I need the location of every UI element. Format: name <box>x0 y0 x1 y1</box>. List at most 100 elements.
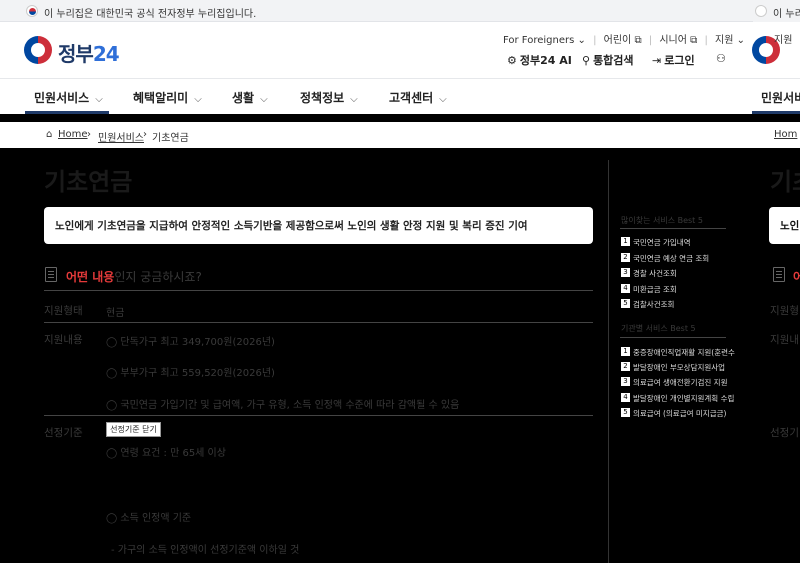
agency-service-item[interactable]: 2 발달장애인 부모상담지원사업 <box>621 362 725 372</box>
chevron-down-icon: ⌵ <box>260 94 268 105</box>
support-link[interactable]: 지원 ⌄ <box>715 35 745 46</box>
rank-number: 3 <box>621 268 630 277</box>
breadcrumb-current: 기초연금 <box>152 133 189 144</box>
user-menu-button[interactable]: ⚇ <box>716 52 729 65</box>
popular-service-item[interactable]: 2 국민연금 예상 연금 조회 <box>621 253 709 263</box>
site-header: 정부24 For Foreigners ⌄ | 어린이 ⧉ | 시니어 ⧉ | … <box>0 22 800 78</box>
criteria-label: 선정기 <box>770 427 799 439</box>
page: 이 누리집은 대한민국 공식 전자정부 누리집입니다. 정부24 For For… <box>0 0 800 563</box>
popular-service-item[interactable]: 1 국민연금 가입내역 <box>621 237 691 247</box>
nav-item-civil-service[interactable]: 민원서비스 ⌵ <box>34 89 103 106</box>
breadcrumb: Hom <box>750 122 800 148</box>
rank-number: 5 <box>621 299 630 308</box>
senior-link[interactable]: 시니어 ⧉ <box>659 35 697 46</box>
chevron-down-icon: ⌄ <box>577 35 586 46</box>
page-title: 기초연금 <box>44 168 133 196</box>
breadcrumb: ⌂ Home › 민원서비스 › 기초연금 <box>0 122 800 148</box>
nav-label: 혜택알리미 <box>133 91 189 105</box>
agency-service-item[interactable]: 1 중증장애인직업재활 지원(훈련수 <box>621 347 735 357</box>
support-form-label: 지원형 <box>770 305 799 317</box>
login-button[interactable]: ⇥ 로그인 <box>652 52 695 68</box>
gov-emblem-icon <box>24 36 52 64</box>
popular-service-item[interactable]: 3 경찰 사건조회 <box>621 268 677 278</box>
criteria-toggle-button[interactable]: 선정기준 닫기 <box>106 422 161 437</box>
user-icon: ⚇ <box>716 52 726 65</box>
search-icon: ⚲ <box>582 54 591 67</box>
section-title-rest: 인지 궁금하시죠? <box>114 270 202 284</box>
nav-item-life[interactable]: 생활 ⌵ <box>232 89 268 106</box>
main-nav: 민원서비 <box>750 78 800 114</box>
breadcrumb-home[interactable]: Hom <box>774 129 797 140</box>
agency-service-item[interactable]: 4 발달장애인 개인별지원계획 수립 <box>621 393 734 403</box>
rank-number: 1 <box>621 347 630 356</box>
agency-services-title: 기관별 서비스 Best 5 <box>621 324 696 333</box>
divider <box>44 290 593 291</box>
ai-label: 정부24 AI <box>519 54 572 67</box>
rank-number: 4 <box>621 284 630 293</box>
support-content-item: ◯ 단독가구 최고 349,700원(2026년) <box>106 337 275 348</box>
support-label: 지원 <box>715 35 734 46</box>
nav-item-benefits[interactable]: 혜택알리미 ⌵ <box>133 89 202 106</box>
nav-item-policy[interactable]: 정책정보 ⌵ <box>300 89 358 106</box>
nav-label: 생활 <box>232 91 255 105</box>
nav-item-civil-service[interactable]: 민원서비 <box>761 89 800 106</box>
nav-label: 정책정보 <box>300 91 345 105</box>
breadcrumb-home[interactable]: Home <box>58 129 88 140</box>
nav-label: 고객센터 <box>389 91 434 105</box>
search-label: 통합검색 <box>593 54 634 67</box>
service-name: 미환급금 조회 <box>633 285 677 294</box>
breadcrumb-section[interactable]: 민원서비스 <box>98 129 144 144</box>
chevron-down-icon: ⌵ <box>194 94 202 105</box>
for-foreigners-label: For Foreigners <box>503 35 575 46</box>
support-form-value: 현금 <box>106 308 125 319</box>
login-label: 로그인 <box>664 54 695 67</box>
section-title-highlight: 어떤 내용 <box>66 270 115 284</box>
children-link[interactable]: 어린이 ⧉ <box>604 35 642 46</box>
login-icon: ⇥ <box>652 54 662 67</box>
service-summary: 노인 <box>769 207 800 244</box>
chevron-down-icon: ⌵ <box>95 94 103 105</box>
divider <box>44 322 593 323</box>
support-content-label: 지원내용 <box>44 334 83 346</box>
search-button[interactable]: ⚲ 통합검색 <box>582 52 634 68</box>
service-name: 검찰사건조회 <box>633 300 675 309</box>
service-summary: 노인에게 기초연금을 지급하여 안정적인 소득기반을 제공함으로써 노인의 생활… <box>44 207 593 244</box>
senior-label: 시니어 <box>659 35 687 46</box>
for-foreigners-link[interactable]: For Foreigners ⌄ <box>503 35 586 46</box>
section-title: 어떤 내용인지 궁금하시죠? <box>66 268 202 285</box>
service-name: 의료급여 생애전환기검진 지원 <box>633 378 728 387</box>
external-link-icon: ⧉ <box>634 35 642 46</box>
clipped-duplicate-page: 민원서비 Hom 기초 노인 어 지원형 지원내 선정기 <box>750 22 800 563</box>
logo-text: 정부 <box>58 42 94 66</box>
divider <box>620 337 726 338</box>
popular-services-title: 많이찾는 서비스 Best 5 <box>621 216 703 225</box>
children-label: 어린이 <box>603 35 632 46</box>
gov-notice-text: 이 누리집은 대한민국 공식 전자정부 누리집입니다. <box>773 9 800 20</box>
korea-flag-icon <box>755 5 767 17</box>
site-logo[interactable]: 정부24 <box>58 38 120 67</box>
chevron-right-icon: › <box>87 129 91 140</box>
popular-service-item[interactable]: 5 검찰사건조회 <box>621 299 674 309</box>
support-link[interactable]: 지원 <box>774 31 792 46</box>
nav-item-support-center[interactable]: 고객센터 ⌵ <box>389 89 447 106</box>
nav-active-indicator <box>752 111 800 114</box>
service-name: 의료급여 (의료급여 미지급금) <box>633 409 727 418</box>
chevron-down-icon: ⌄ <box>736 35 745 46</box>
chevron-right-icon: › <box>143 129 147 140</box>
service-name: 경찰 사건조회 <box>633 269 677 278</box>
rank-number: 2 <box>621 362 630 371</box>
support-content-item: ◯ 부부가구 최고 559,520원(2026년) <box>106 368 275 379</box>
ai-button[interactable]: ⚙ 정부24 AI <box>507 52 572 68</box>
divider <box>620 228 726 229</box>
rank-number: 5 <box>621 408 630 417</box>
gov-notice-text: 이 누리집은 대한민국 공식 전자정부 누리집입니다. <box>44 9 257 20</box>
agency-service-item[interactable]: 3 의료급여 생애전환기검진 지원 <box>621 377 727 387</box>
support-form-label: 지원형태 <box>44 305 83 317</box>
external-link-icon: ⧉ <box>690 35 698 46</box>
criteria-item: - 가구의 소득 인정액이 선정기준액 이하일 것 <box>111 545 300 556</box>
chevron-down-icon: ⌵ <box>350 94 358 105</box>
section-title: 어 <box>793 268 800 285</box>
rank-number: 3 <box>621 377 630 386</box>
agency-service-item[interactable]: 5 의료급여 (의료급여 미지급금) <box>621 408 726 418</box>
popular-service-item[interactable]: 4 미환급금 조회 <box>621 284 677 294</box>
